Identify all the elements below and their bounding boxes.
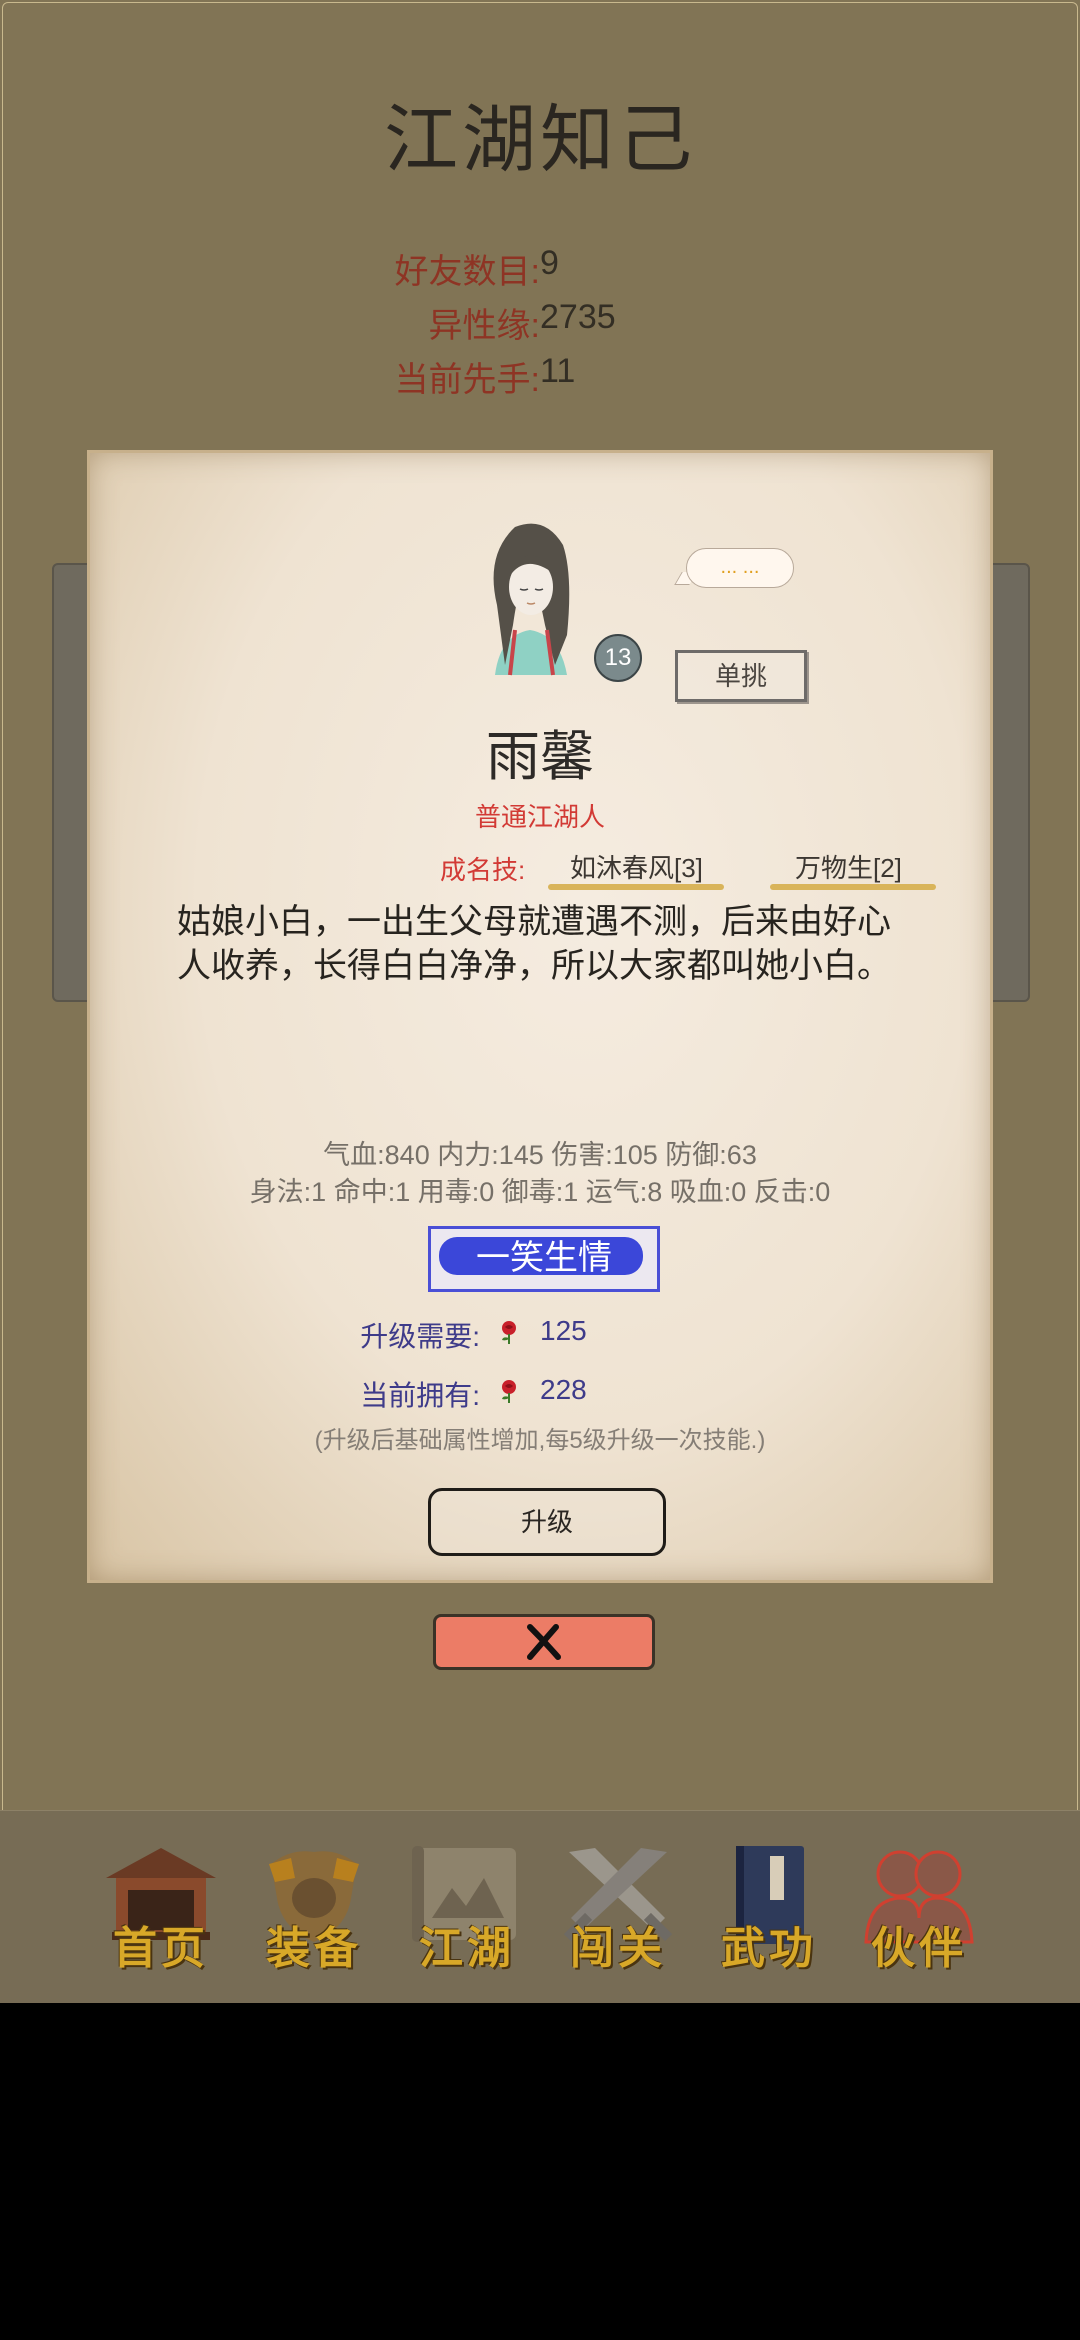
upgrade-need-label: 升级需要: [360,1321,480,1352]
page-title: 江湖知己 [384,98,696,181]
nav-partners[interactable]: 伙伴 [856,1838,982,1988]
charm-skill-button[interactable]: 一笑生情 [428,1226,660,1292]
upgrade-need-value: 125 [540,1315,587,1346]
stat-label: 好友数目: [394,253,540,291]
level-badge: 13 [594,634,642,682]
nav-jianghu[interactable]: 江湖 [404,1838,530,1988]
current-have-value: 228 [540,1374,587,1405]
nav-label: 闯关 [570,1923,666,1974]
rose-icon [502,1380,516,1403]
charm-skill-label: 一笑生情 [476,1239,612,1277]
stat-value: 9 [540,244,559,282]
attributes-secondary: 身法:1 命中:1 用毒:0 御毒:1 运气:8 吸血:0 反击:0 [249,1177,831,1207]
close-x-icon [527,1624,561,1660]
signature-skill-1[interactable]: 如沐春风[3] [570,848,703,885]
nav-home[interactable]: 首页 [98,1838,224,1988]
stat-label: 异性缘: [428,307,540,345]
rose-icon [502,1321,516,1344]
nav-label: 装备 [266,1923,362,1974]
stat-label: 当前先手: [394,361,540,399]
nav-equipment[interactable]: 装备 [251,1838,377,1988]
upgrade-note: (升级后基础属性增加,每5级升级一次技能.) [314,1427,766,1454]
game-screen: 江湖知己 好友数目: 9 异性缘: 2735 当前先手: 11 13 ... .… [0,0,1080,2003]
stat-value: 2735 [540,298,616,336]
attributes-primary: 气血:840 内力:145 伤害:105 防御:63 [323,1140,757,1170]
stat-value: 11 [540,352,576,390]
nav-martial-arts[interactable]: 武功 [706,1838,832,1988]
nav-label: 伙伴 [871,1923,967,1974]
nav-label: 武功 [721,1923,817,1974]
character-rank: 普通江湖人 [474,802,605,832]
current-have-label: 当前拥有: [360,1380,480,1411]
character-portrait [493,523,570,676]
nav-label: 首页 [113,1923,209,1974]
signature-skill-2[interactable]: 万物生[2] [795,848,902,885]
nav-challenge[interactable]: 闯关 [555,1838,681,1988]
speech-bubble: ... ... [686,548,794,588]
close-button[interactable] [433,1614,655,1670]
upgrade-button[interactable]: 升级 [428,1488,666,1556]
character-description: 姑娘小白，一出生父母就遭遇不测，后来由好心人收养，长得白白净净，所以大家都叫她小… [177,903,891,985]
signature-skills-label: 成名技: [440,855,526,885]
character-name: 雨馨 [486,727,594,787]
duel-button[interactable]: 单挑 [675,650,807,702]
nav-label: 江湖 [419,1923,515,1974]
